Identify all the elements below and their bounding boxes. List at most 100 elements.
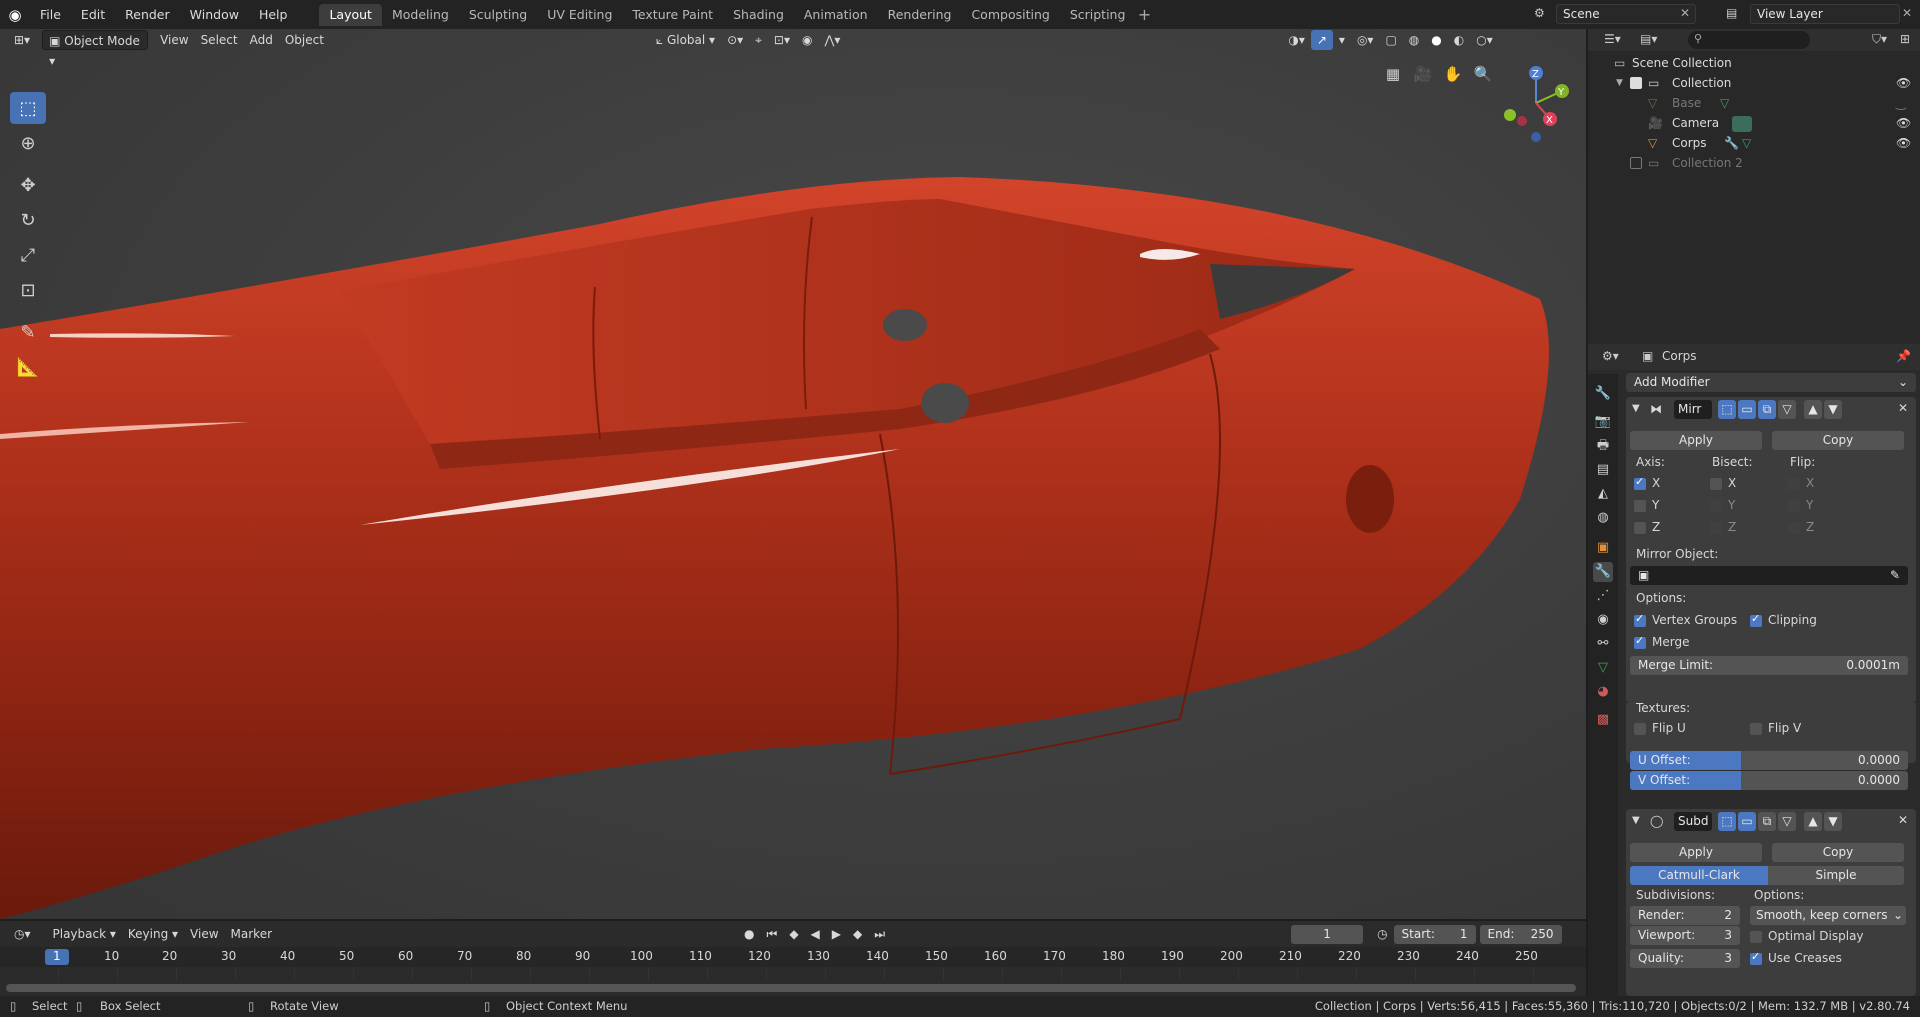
mirror-name-field[interactable]: Mirr: [1674, 400, 1712, 419]
subd-copy-button[interactable]: Copy: [1772, 843, 1904, 862]
overlays-icon[interactable]: ◎▾: [1351, 30, 1380, 50]
pan-hand-icon[interactable]: ✋: [1440, 61, 1466, 87]
modifier-tab-icon[interactable]: 🔧: [1593, 562, 1613, 582]
close-scene-icon[interactable]: ✕: [1680, 6, 1690, 20]
eyedropper-icon[interactable]: ✎: [1890, 566, 1900, 585]
3d-viewport[interactable]: ⊞▾ ▣ Object Mode ▾ View Select Add Objec…: [0, 29, 1586, 919]
render-icon[interactable]: ⧉: [1758, 812, 1776, 831]
prev-keyframe-icon[interactable]: ◆: [783, 924, 804, 944]
record-icon[interactable]: ●: [738, 924, 760, 944]
outliner-row-collection-2[interactable]: ▭ Collection 2: [1588, 153, 1920, 173]
eye-icon[interactable]: 👁: [1896, 113, 1911, 133]
timeline-scrollbar[interactable]: [6, 984, 1576, 992]
menu-render[interactable]: Render: [115, 0, 180, 29]
tool-tab-icon[interactable]: 🔧: [1593, 384, 1613, 404]
uv-smooth-dropdown[interactable]: Smooth, keep corners ⌄: [1750, 906, 1906, 925]
scale-icon[interactable]: ⤢: [10, 239, 46, 271]
v-offset-field[interactable]: V Offset: 0.0000: [1630, 771, 1908, 790]
simple-button[interactable]: Simple: [1768, 866, 1904, 885]
output-tab-icon[interactable]: 🖶: [1593, 436, 1613, 456]
pivot-icon[interactable]: ⊙▾: [721, 30, 749, 50]
visibility-icon[interactable]: ◑▾: [1282, 30, 1311, 50]
tab-rendering[interactable]: Rendering: [878, 4, 962, 26]
flip-x-checkbox[interactable]: [1788, 478, 1800, 490]
texture-tab-icon[interactable]: ▩: [1593, 710, 1613, 730]
quality-field[interactable]: Quality: 3: [1630, 949, 1740, 968]
eye-icon[interactable]: 👁: [1896, 133, 1911, 153]
object-mode-dropdown[interactable]: ▣ Object Mode ▾: [42, 30, 149, 68]
filter-icon[interactable]: ⛉▾: [1872, 32, 1887, 47]
scene-icon[interactable]: ⚙: [1534, 6, 1545, 20]
outliner-row-base[interactable]: ▽ Base ▽ ‿: [1588, 93, 1920, 113]
viewport-levels-field[interactable]: Viewport: 3: [1630, 926, 1740, 945]
transform-icon[interactable]: ⊡: [10, 274, 46, 306]
menu-view[interactable]: View: [154, 30, 194, 50]
tab-layout[interactable]: Layout: [319, 3, 382, 26]
view-layer-icon[interactable]: ▤: [1726, 6, 1737, 20]
tab-modeling[interactable]: Modeling: [382, 4, 459, 26]
close-view-layer-icon[interactable]: ✕: [1902, 6, 1912, 20]
rotate-icon[interactable]: ↻: [10, 204, 46, 236]
expand-arrow-icon[interactable]: ▼: [1616, 73, 1623, 93]
collapse-arrow-icon[interactable]: ▼: [1632, 403, 1640, 414]
outliner-row-corps[interactable]: ▽ Corps 🔧 ▽ 👁: [1588, 133, 1920, 153]
outliner-row-camera[interactable]: 🎥 Camera 👁: [1588, 113, 1920, 133]
eye-icon[interactable]: 👁: [1896, 73, 1911, 93]
flip-z-checkbox[interactable]: [1788, 522, 1800, 534]
realtime-icon[interactable]: ▭: [1738, 812, 1756, 831]
clipping-checkbox[interactable]: [1750, 612, 1762, 627]
subd-name-field[interactable]: Subd: [1674, 812, 1712, 831]
tab-sculpting[interactable]: Sculpting: [459, 4, 537, 26]
orientation-dropdown[interactable]: ⟀ Global ▾: [650, 30, 721, 50]
edit-mode-icon[interactable]: ⬚: [1718, 400, 1736, 419]
add-workspace-icon[interactable]: +: [1135, 5, 1153, 24]
optimal-display-checkbox[interactable]: [1750, 931, 1762, 943]
tab-animation[interactable]: Animation: [794, 4, 878, 26]
menu-playback[interactable]: Playback ▾: [47, 924, 122, 944]
gizmo-dropdown-icon[interactable]: ▾: [1333, 30, 1351, 50]
constraints-tab-icon[interactable]: ⚯: [1593, 634, 1613, 654]
tab-scripting[interactable]: Scripting: [1060, 4, 1136, 26]
menu-window[interactable]: Window: [180, 0, 249, 29]
use-creases-checkbox[interactable]: [1750, 950, 1762, 965]
edit-mode-icon[interactable]: ⬚: [1718, 812, 1736, 831]
menu-select[interactable]: Select: [195, 30, 244, 50]
u-offset-field[interactable]: U Offset: 0.0000: [1630, 751, 1908, 770]
add-modifier-dropdown[interactable]: Add Modifier ⌄: [1626, 373, 1916, 392]
properties-editor-type-icon[interactable]: ⚙▾: [1602, 349, 1619, 363]
outliner-row-scene-collection[interactable]: ▭ Scene Collection: [1588, 53, 1920, 73]
flip-u-checkbox[interactable]: [1634, 723, 1646, 735]
merge-checkbox[interactable]: [1634, 634, 1646, 649]
render-levels-field[interactable]: Render: 2: [1630, 906, 1740, 925]
axis-x-checkbox[interactable]: [1634, 475, 1646, 490]
shading-material-icon[interactable]: ◐: [1448, 30, 1470, 50]
play-icon[interactable]: ▶: [826, 924, 847, 944]
vertex-groups-checkbox[interactable]: [1634, 612, 1646, 627]
navigation-gizmo[interactable]: Z Y X: [1496, 63, 1576, 143]
world-tab-icon[interactable]: ◍: [1593, 508, 1613, 528]
catmull-clark-button[interactable]: Catmull-Clark: [1630, 866, 1768, 885]
remove-modifier-icon[interactable]: ✕: [1898, 401, 1908, 415]
end-frame-field[interactable]: End: 250: [1479, 924, 1562, 944]
outliner-search-input[interactable]: ⚲: [1688, 31, 1810, 49]
snap-icon[interactable]: ⌖: [749, 30, 768, 50]
measure-icon[interactable]: 📐: [10, 351, 46, 383]
tab-shading[interactable]: Shading: [723, 4, 794, 26]
gizmo-icon[interactable]: ↗: [1310, 30, 1333, 50]
flip-y-checkbox[interactable]: [1788, 500, 1800, 512]
play-reverse-icon[interactable]: ◀: [805, 924, 826, 944]
data-tab-icon[interactable]: ▽: [1593, 658, 1613, 678]
menu-timeline-view[interactable]: View: [184, 924, 224, 944]
mirror-object-field[interactable]: ▣ ✎: [1630, 566, 1908, 585]
mirror-apply-button[interactable]: Apply: [1630, 431, 1762, 450]
outliner-row-collection[interactable]: ▼ ▭ Collection 👁: [1588, 73, 1920, 93]
axis-y-checkbox[interactable]: [1634, 500, 1646, 512]
tab-uv-editing[interactable]: UV Editing: [537, 4, 622, 26]
snap-target-icon[interactable]: ⊡▾: [768, 30, 796, 50]
view-layer-field[interactable]: View Layer: [1750, 4, 1900, 24]
collection-2-checkbox[interactable]: [1630, 157, 1642, 169]
perspective-toggle-icon[interactable]: ▦: [1380, 61, 1406, 87]
camera-view-icon[interactable]: 🎥: [1410, 61, 1436, 87]
preview-range-icon[interactable]: ◷: [1371, 924, 1393, 944]
bisect-z-checkbox[interactable]: [1710, 522, 1722, 534]
